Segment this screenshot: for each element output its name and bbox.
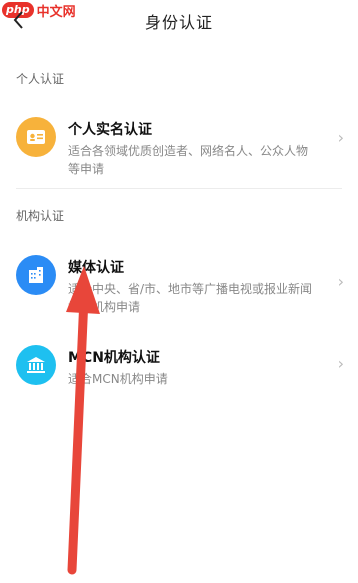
chevron-right-icon: › [337, 128, 344, 147]
media-verification-item[interactable]: 媒体认证 适合中央、省/市、地市等广播电视或报业新闻媒体机构申请 › [0, 250, 358, 320]
divider [16, 188, 342, 189]
chevron-right-icon: › [337, 272, 344, 291]
section-label-personal: 个人认证 [16, 72, 65, 86]
page-title: 身份认证 [144, 13, 213, 32]
id-card-icon [16, 117, 56, 157]
personal-verification-title: 个人实名认证 [68, 122, 152, 138]
personal-verification-desc: 适合各领域优质创造者、网络名人、公众人物等申请 [68, 144, 309, 176]
institution-icon [16, 345, 56, 385]
header: 身份认证 [0, 0, 358, 42]
chevron-right-icon: › [337, 354, 344, 373]
building-icon [16, 255, 56, 295]
personal-verification-item[interactable]: 个人实名认证 适合各领域优质创造者、网络名人、公众人物等申请 › [0, 112, 358, 182]
mcn-verification-item[interactable]: MCN机构认证 适合MCN机构申请 › [0, 340, 358, 390]
media-verification-desc: 适合中央、省/市、地市等广播电视或报业新闻媒体机构申请 [68, 282, 313, 314]
media-verification-title: 媒体认证 [68, 260, 124, 276]
mcn-verification-title: MCN机构认证 [68, 350, 160, 366]
section-label-org: 机构认证 [16, 209, 65, 223]
mcn-verification-desc: 适合MCN机构申请 [68, 372, 168, 386]
